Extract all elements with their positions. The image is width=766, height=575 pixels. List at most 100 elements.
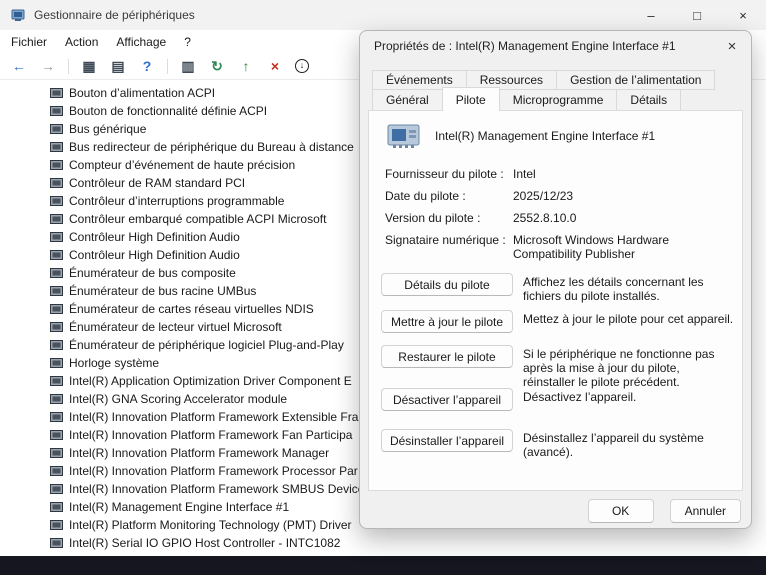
tree-item-label: Compteur d’événement de haute précision <box>69 158 295 172</box>
device-chip-icon <box>50 412 63 422</box>
menu-fichier[interactable]: Fichier <box>2 30 56 53</box>
tree-item-label: Énumérateur de bus racine UMBus <box>69 284 256 298</box>
device-chip-icon <box>50 484 63 494</box>
tree-item-label: Énumérateur de périphérique logiciel Plu… <box>69 338 344 352</box>
back-icon[interactable]: ← <box>10 57 28 75</box>
device-chip-icon <box>50 160 63 170</box>
forward-icon[interactable]: → <box>39 57 57 75</box>
driver-actions: Détails du pilote Affichez les détails co… <box>369 111 742 490</box>
tab-general[interactable]: Général <box>372 89 443 111</box>
dialog-footer: OK Annuler <box>588 499 741 523</box>
menu-affichage[interactable]: Affichage <box>107 30 175 53</box>
device-chip-icon <box>50 286 63 296</box>
console-tree-icon[interactable]: ▦ <box>80 57 98 75</box>
action-row: Restaurer le pilote Si le périphérique ne… <box>381 345 734 389</box>
driver-tab-page: Intel(R) Management Engine Interface #1 … <box>368 110 743 491</box>
device-chip-icon <box>50 340 63 350</box>
toolbar-separator <box>68 59 69 74</box>
device-chip-icon <box>50 232 63 242</box>
tree-item-label: Intel(R) GNA Scoring Accelerator module <box>69 392 287 406</box>
screen: Gestionnaire de périphériques – □ × Fich… <box>0 0 766 575</box>
roll-back-driver-button[interactable]: Restaurer le pilote <box>381 345 513 368</box>
device-chip-icon <box>50 538 63 548</box>
tabs-row-2: GénéralPiloteMicroprogrammeDétails <box>372 89 680 111</box>
tree-item-label: Bouton d’alimentation ACPI <box>69 86 215 100</box>
device-chip-icon <box>50 88 63 98</box>
tab-microprogramme[interactable]: Microprogramme <box>499 89 618 111</box>
tree-item[interactable]: Intel(R) Serial IO GPIO Host Controller … <box>0 534 766 552</box>
action-row: Désactiver l’appareil Désactivez l’appare… <box>381 388 734 411</box>
device-chip-icon <box>50 268 63 278</box>
properties-icon[interactable]: ▤ <box>109 57 127 75</box>
menu-aide[interactable]: ? <box>175 30 200 53</box>
tree-item-label: Bus redirecteur de périphérique du Burea… <box>69 140 354 154</box>
dialog-close-icon[interactable]: × <box>717 33 747 59</box>
window-titlebar[interactable]: Gestionnaire de périphériques – □ × <box>0 0 766 30</box>
close-button[interactable]: × <box>720 0 766 30</box>
tab-details[interactable]: Détails <box>616 89 681 111</box>
uninstall-device-icon[interactable]: × <box>266 57 284 75</box>
device-chip-icon <box>50 196 63 206</box>
tree-item-label: Contrôleur High Definition Audio <box>69 230 240 244</box>
device-manager-icon <box>10 7 26 23</box>
update-driver-button[interactable]: Mettre à jour le pilote <box>381 310 513 333</box>
device-chip-icon <box>50 394 63 404</box>
uninstall-device-button[interactable]: Désinstaller l’appareil <box>381 429 513 452</box>
update-driver-icon[interactable]: ↑ <box>237 57 255 75</box>
taskbar-strip <box>0 556 766 575</box>
window-title: Gestionnaire de périphériques <box>34 8 195 22</box>
tab-pilote[interactable]: Pilote <box>442 87 500 111</box>
minimize-button[interactable]: – <box>628 0 674 30</box>
tree-item-label: Énumérateur de cartes réseau virtuelles … <box>69 302 314 316</box>
tree-item-label: Énumérateur de bus composite <box>69 266 236 280</box>
tree-item-label: Intel(R) Innovation Platform Framework M… <box>69 446 329 460</box>
device-chip-icon <box>50 250 63 260</box>
device-chip-icon <box>50 124 63 134</box>
device-chip-icon <box>50 430 63 440</box>
driver-details-button[interactable]: Détails du pilote <box>381 273 513 296</box>
help-icon[interactable]: ? <box>138 57 156 75</box>
action-row: Désinstaller l’appareil Désinstallez l’ap… <box>381 429 734 459</box>
window-controls: – □ × <box>628 0 766 30</box>
device-chip-icon <box>50 106 63 116</box>
tab-gestion-alimentation[interactable]: Gestion de l’alimentation <box>556 70 715 90</box>
device-chip-icon <box>50 178 63 188</box>
tree-item-label: Intel(R) Platform Monitoring Technology … <box>69 518 352 532</box>
tree-item-label: Intel(R) Serial IO GPIO Host Controller … <box>69 536 340 550</box>
action-desc: Désactivez l’appareil. <box>523 388 636 404</box>
action-desc: Désinstallez l’appareil du système (avan… <box>523 429 734 459</box>
tree-item-label: Bouton de fonctionnalité définie ACPI <box>69 104 267 118</box>
action-row: Mettre à jour le piloteMettez à jour le … <box>381 310 734 333</box>
dialog-titlebar[interactable]: Propriétés de : Intel(R) Management Engi… <box>360 31 751 61</box>
toolbar-separator <box>167 59 168 74</box>
tree-item-label: Contrôleur de RAM standard PCI <box>69 176 245 190</box>
tree-item-label: Contrôleur embarqué compatible ACPI Micr… <box>69 212 326 226</box>
tree-item-label: Énumérateur de lecteur virtuel Microsoft <box>69 320 282 334</box>
ok-button[interactable]: OK <box>588 499 654 523</box>
tree-item-label: Contrôleur d’interruptions programmable <box>69 194 284 208</box>
action-desc: Affichez les détails concernant les fich… <box>523 273 734 303</box>
device-chip-icon <box>50 448 63 458</box>
device-chip-icon <box>50 214 63 224</box>
action-desc: Si le périphérique ne fonctionne pas apr… <box>523 345 734 389</box>
menu-action[interactable]: Action <box>56 30 107 53</box>
disable-device-button[interactable]: Désactiver l’appareil <box>381 388 513 411</box>
scan-hardware-changes-icon[interactable]: ↻ <box>208 57 226 75</box>
tree-item-label: Intel(R) Innovation Platform Framework S… <box>69 482 364 496</box>
device-chip-icon <box>50 376 63 386</box>
devices-list-icon[interactable]: ▥ <box>179 57 197 75</box>
tree-item-label: Contrôleur High Definition Audio <box>69 248 240 262</box>
disable-device-icon[interactable]: ↓ <box>295 59 309 73</box>
properties-dialog: Propriétés de : Intel(R) Management Engi… <box>359 30 752 529</box>
maximize-button[interactable]: □ <box>674 0 720 30</box>
action-row: Détails du pilote Affichez les détails co… <box>381 273 734 303</box>
cancel-button[interactable]: Annuler <box>670 499 741 523</box>
tree-item-label: Horloge système <box>69 356 159 370</box>
device-chip-icon <box>50 142 63 152</box>
tree-item-label: Bus générique <box>69 122 146 136</box>
tree-item-label: Intel(R) Innovation Platform Framework E… <box>69 410 358 424</box>
device-chip-icon <box>50 358 63 368</box>
dialog-title: Propriétés de : Intel(R) Management Engi… <box>360 39 676 53</box>
device-chip-icon <box>50 466 63 476</box>
tabs-row-1: ÉvénementsRessourcesGestion de l’aliment… <box>372 70 714 90</box>
